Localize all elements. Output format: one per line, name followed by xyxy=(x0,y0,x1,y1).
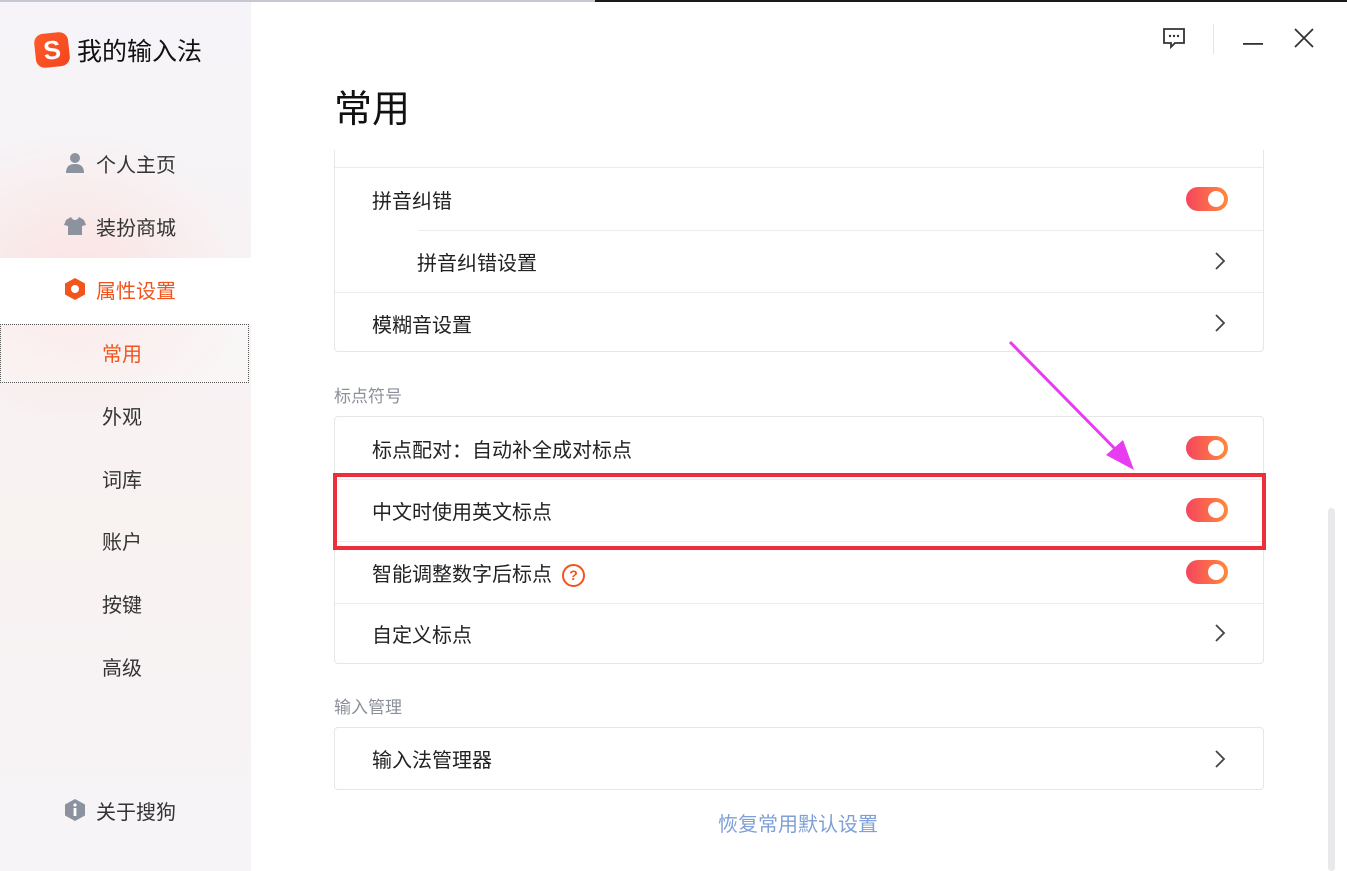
setting-row-pinyin-correction-settings[interactable]: 拼音纠错设置 xyxy=(335,230,1263,292)
setting-row-custom-punctuation[interactable]: 自定义标点 xyxy=(335,603,1263,663)
chevron-right-icon xyxy=(1215,749,1226,768)
setting-label: 输入法管理器 xyxy=(372,748,492,772)
toggle-knob xyxy=(1208,564,1224,580)
close-button[interactable] xyxy=(1287,24,1321,56)
setting-label: 拼音纠错设置 xyxy=(417,250,537,275)
setting-row-smart-number-punctuation: 智能调整数字后标点? xyxy=(335,541,1263,603)
highlight-box xyxy=(333,473,1266,550)
sidebar-sub-item-dictionary[interactable]: 词库 xyxy=(102,461,142,495)
toggle-knob xyxy=(1208,191,1224,207)
setting-label: 智能调整数字后标点? xyxy=(372,558,585,587)
feedback-icon xyxy=(1162,27,1186,53)
help-icon[interactable]: ? xyxy=(562,563,585,587)
setting-row-paired-punctuation: 标点配对：自动补全成对标点 xyxy=(335,417,1263,479)
setting-label: 自定义标点 xyxy=(372,622,472,647)
sidebar-sub-item-advanced[interactable]: 高级 xyxy=(102,649,142,683)
sidebar-item-label: 装扮商城 xyxy=(96,215,176,240)
sidebar-item-settings[interactable]: 属性设置 xyxy=(64,272,176,306)
feedback-button[interactable] xyxy=(1157,24,1191,56)
hexagon-settings-icon xyxy=(64,278,86,300)
section-title-input-management: 输入管理 xyxy=(334,698,402,718)
setting-label: 拼音纠错 xyxy=(372,188,452,213)
smart-number-punctuation-toggle[interactable] xyxy=(1186,560,1228,584)
toggle-knob xyxy=(1208,440,1224,456)
setting-row-ime-manager[interactable]: 输入法管理器 xyxy=(335,728,1263,789)
section-title-punctuation: 标点符号 xyxy=(334,387,402,407)
tshirt-icon xyxy=(64,215,86,237)
window-controls-divider xyxy=(1213,24,1214,54)
minimize-icon xyxy=(1243,31,1263,50)
sogou-logo-icon: S xyxy=(33,31,71,69)
restore-defaults-link[interactable]: 恢复常用默认设置 xyxy=(0,808,1347,837)
setting-label-text: 智能调整数字后标点 xyxy=(372,561,552,586)
sidebar-item-skin-store[interactable]: 装扮商城 xyxy=(64,209,176,243)
sidebar-sub-item-common[interactable]: 常用 xyxy=(102,335,142,369)
setting-label: 标点配对：自动补全成对标点 xyxy=(372,437,632,462)
sidebar-item-profile[interactable]: 个人主页 xyxy=(64,146,176,180)
sidebar-item-label: 属性设置 xyxy=(96,278,176,303)
setting-row-fuzzy-pinyin[interactable]: 模糊音设置 xyxy=(335,292,1263,354)
sidebar-sub-item-account[interactable]: 账户 xyxy=(102,523,142,557)
app-name: 我的输入法 xyxy=(77,37,203,66)
sidebar-sub-item-keys[interactable]: 按键 xyxy=(102,586,142,620)
chevron-right-icon xyxy=(1215,314,1226,332)
user-icon xyxy=(64,152,86,174)
setting-label: 模糊音设置 xyxy=(372,312,472,337)
paired-punctuation-toggle[interactable] xyxy=(1186,436,1228,460)
input-management-card: 输入法管理器 xyxy=(334,727,1264,790)
chevron-right-icon xyxy=(1215,252,1226,270)
setting-row-pinyin-correction: 拼音纠错 xyxy=(335,168,1263,230)
sidebar: S 我的输入法 个人主页 装扮商城 属性设置 常用 外观 词库 账户 按键 高级… xyxy=(0,2,251,871)
pinyin-settings-card: 拼音纠错 拼音纠错设置 模糊音设置 xyxy=(334,150,1264,352)
chevron-right-icon xyxy=(1215,624,1226,642)
page-title: 常用 xyxy=(334,87,411,131)
sidebar-sub-item-appearance[interactable]: 外观 xyxy=(102,398,142,432)
close-icon xyxy=(1294,28,1314,52)
minimize-button[interactable] xyxy=(1236,24,1270,56)
scrollbar-thumb[interactable] xyxy=(1328,508,1335,871)
app-brand: S 我的输入法 xyxy=(33,30,203,70)
pinyin-correction-toggle[interactable] xyxy=(1186,187,1228,211)
sidebar-item-label: 个人主页 xyxy=(96,152,176,177)
